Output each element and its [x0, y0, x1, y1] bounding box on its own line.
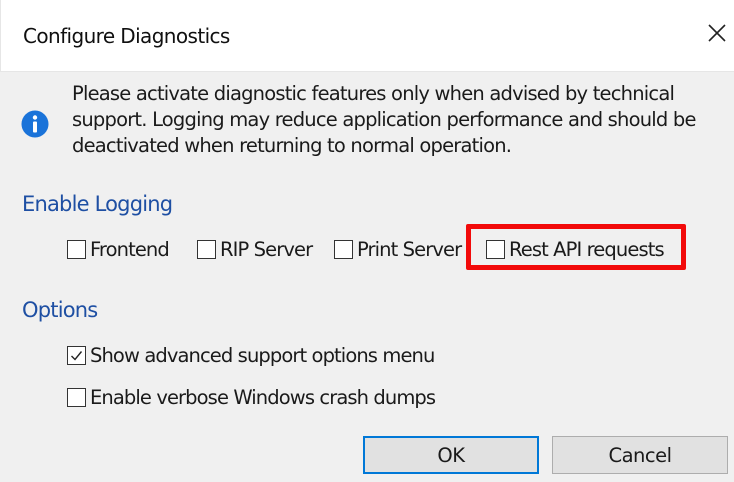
highlight-annotation-box [466, 224, 686, 270]
close-icon [708, 24, 726, 42]
title-bar: Configure Diagnostics [0, 0, 734, 72]
checkbox-box[interactable] [67, 239, 86, 259]
checkmark-icon [71, 350, 83, 361]
rip-server-label: RIP Server [220, 237, 313, 261]
print-server-label: Print Server [357, 237, 462, 261]
advanced-support-menu-label: Show advanced support options menu [90, 343, 435, 367]
checkbox-box[interactable] [334, 239, 353, 259]
verbose-crash-dumps-checkbox[interactable]: Enable verbose Windows crash dumps [67, 385, 436, 409]
verbose-crash-dumps-label: Enable verbose Windows crash dumps [90, 385, 436, 409]
checkbox-box[interactable] [67, 387, 86, 407]
print-server-checkbox[interactable]: Print Server [334, 237, 462, 261]
info-icon [21, 110, 49, 138]
advanced-support-menu-checkbox[interactable]: Show advanced support options menu [67, 343, 435, 367]
close-button[interactable] [700, 16, 734, 50]
rip-server-checkbox[interactable]: RIP Server [197, 237, 313, 261]
options-heading: Options [22, 298, 98, 322]
checkbox-box[interactable] [197, 239, 216, 259]
warning-message: Please activate diagnostic features only… [72, 82, 696, 157]
checkbox-box[interactable] [67, 345, 86, 365]
ok-button[interactable]: OK [363, 436, 539, 474]
frontend-checkbox[interactable]: Frontend [67, 237, 170, 261]
dialog-title: Configure Diagnostics [23, 24, 230, 48]
frontend-label: Frontend [90, 237, 170, 261]
enable-logging-heading: Enable Logging [22, 192, 173, 216]
configure-diagnostics-dialog: Configure Diagnostics Please activate di… [0, 0, 734, 482]
cancel-button[interactable]: Cancel [552, 436, 728, 474]
